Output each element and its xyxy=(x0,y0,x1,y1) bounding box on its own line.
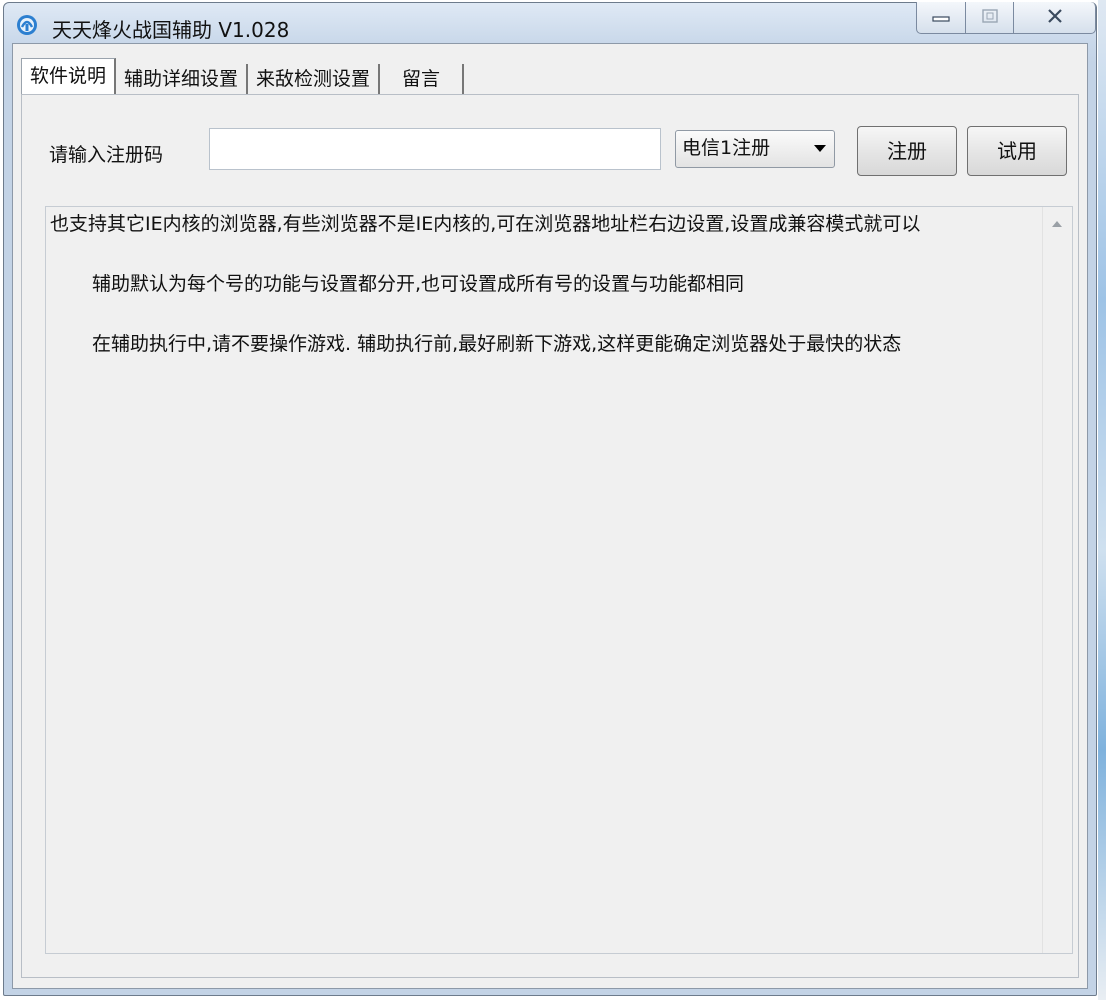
registration-code-label: 请输入注册码 xyxy=(49,144,164,166)
carrier-select[interactable]: 电信1注册 xyxy=(675,130,835,168)
minimize-icon xyxy=(932,8,950,27)
tab-software-info[interactable]: 软件说明 xyxy=(21,58,117,95)
close-icon xyxy=(1045,8,1065,28)
minimize-button[interactable] xyxy=(916,2,966,34)
maximize-button[interactable] xyxy=(966,2,1014,34)
title-bar[interactable]: 天天烽火战国辅助 V1.028 xyxy=(4,2,1096,47)
app-window: 天天烽火战国辅助 V1.028 软件说明 辅助详细设置 来敌检测设置 留言 请输… xyxy=(3,2,1097,996)
registration-code-input[interactable] xyxy=(209,128,661,170)
register-button[interactable]: 注册 xyxy=(857,126,957,176)
app-logo-icon xyxy=(16,14,38,36)
tab-enemy-detection[interactable]: 来敌检测设置 xyxy=(248,64,381,94)
tab-detailed-settings[interactable]: 辅助详细设置 xyxy=(116,64,249,94)
maximize-icon xyxy=(981,8,999,28)
description-textarea[interactable]: 也支持其它IE内核的浏览器,有些浏览器不是IE内核的,可在浏览器地址栏右边设置,… xyxy=(45,206,1073,954)
tab-message[interactable]: 留言 xyxy=(380,64,465,94)
tab-strip: 软件说明 辅助详细设置 来敌检测设置 留言 xyxy=(21,58,465,95)
window-title: 天天烽火战国辅助 V1.028 xyxy=(52,18,290,42)
desktop-background xyxy=(1098,0,1106,1000)
description-text: 也支持其它IE内核的浏览器,有些浏览器不是IE内核的,可在浏览器地址栏右边设置,… xyxy=(50,213,1030,355)
scroll-up-arrow-icon[interactable] xyxy=(1052,221,1062,227)
close-button[interactable] xyxy=(1014,2,1096,34)
description-line-2: 辅助默认为每个号的功能与设置都分开,也可设置成所有号的设置与功能都相同 xyxy=(92,273,745,295)
trial-button[interactable]: 试用 xyxy=(967,126,1067,176)
chevron-down-icon xyxy=(814,145,826,152)
vertical-scrollbar[interactable] xyxy=(1042,207,1072,953)
caption-buttons xyxy=(916,2,1096,36)
description-line-1: 也支持其它IE内核的浏览器,有些浏览器不是IE内核的,可在浏览器地址栏右边设置,… xyxy=(50,213,921,235)
window-client-area: 软件说明 辅助详细设置 来敌检测设置 留言 请输入注册码 电信1注册 注册 试用… xyxy=(12,43,1088,989)
description-line-3: 在辅助执行中,请不要操作游戏. 辅助执行前,最好刷新下游戏,这样更能确定浏览器处… xyxy=(92,333,902,355)
carrier-select-value: 电信1注册 xyxy=(682,137,771,159)
